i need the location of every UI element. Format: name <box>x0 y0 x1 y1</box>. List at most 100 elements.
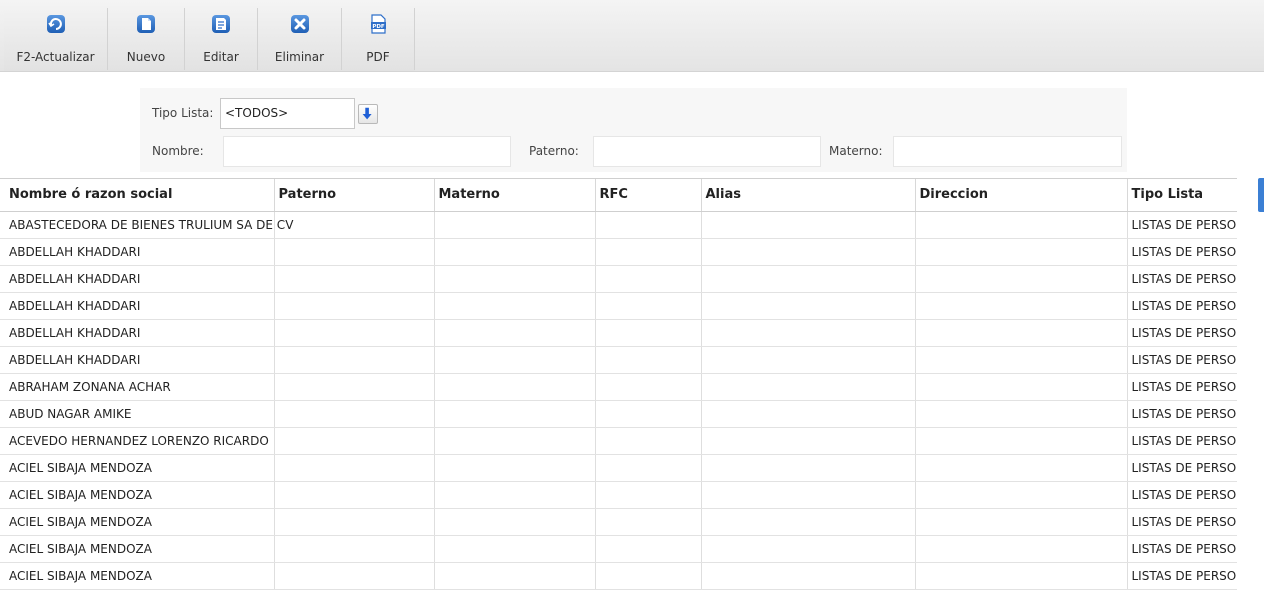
tipo-lista-dropdown-button[interactable] <box>358 104 378 124</box>
cell-rfc <box>595 508 702 536</box>
cell-alias <box>701 346 916 374</box>
cell-nombre: ABRAHAM ZONANA ACHAR <box>0 373 275 401</box>
table-row[interactable]: ACIEL SIBAJA MENDOZA LISTAS DE PERSONAS <box>0 508 1237 536</box>
cell-direccion <box>915 211 1128 239</box>
table-row[interactable]: ABUD NAGAR AMIKE LISTAS DE PERSONAS <box>0 400 1237 428</box>
cell-alias <box>701 508 916 536</box>
cell-nombre-text: ACIEL SIBAJA MENDOZA <box>9 568 152 583</box>
cell-rfc <box>595 292 702 320</box>
cell-tipo-lista: LISTAS DE PERSONAS <box>1127 265 1237 293</box>
edit-button[interactable]: Editar <box>185 8 258 70</box>
paterno-input[interactable] <box>593 136 821 167</box>
table-header-row: Nombre ó razon social Paterno Materno RF… <box>0 179 1237 212</box>
cell-paterno <box>274 319 435 347</box>
cell-alias <box>701 535 916 563</box>
cell-rfc <box>595 265 702 293</box>
cell-materno <box>434 508 596 536</box>
cell-paterno <box>274 481 435 509</box>
cell-tipo-lista: LISTAS DE PERSONAS <box>1127 346 1237 374</box>
column-header-rfc[interactable]: RFC <box>595 179 702 212</box>
nombre-input[interactable] <box>223 136 511 167</box>
cell-nombre-text: ABUD NAGAR AMIKE <box>9 406 132 421</box>
table-row[interactable]: ABDELLAH KHADDARI LISTAS DE PERSONAS <box>0 319 1237 347</box>
table-row[interactable]: ABDELLAH KHADDARI LISTAS DE PERSONAS <box>0 346 1237 374</box>
cell-direccion <box>915 535 1128 563</box>
cell-nombre: ACIEL SIBAJA MENDOZA <box>0 562 275 590</box>
filter-panel: Tipo Lista: <TODOS> Nombre: Paterno: Mat… <box>140 88 1127 172</box>
delete-label: Eliminar <box>274 50 325 64</box>
nombre-label: Nombre: <box>152 144 204 158</box>
cell-direccion <box>915 427 1128 455</box>
edit-label: Editar <box>203 50 239 64</box>
cell-nombre: ACIEL SIBAJA MENDOZA <box>0 481 275 509</box>
pdf-button[interactable]: PDF PDF <box>342 8 415 70</box>
cell-paterno <box>274 238 435 266</box>
cell-tipo-lista: LISTAS DE PERSONAS <box>1127 211 1237 239</box>
cell-direccion <box>915 481 1128 509</box>
tipo-lista-field[interactable]: <TODOS> <box>220 98 355 129</box>
table-row[interactable]: ACIEL SIBAJA MENDOZA LISTAS DE PERSONAS <box>0 454 1237 482</box>
table-row[interactable]: ABASTECEDORA DE BIENES TRULIUM SA DE CV L… <box>0 211 1237 239</box>
cell-nombre-text: ACIEL SIBAJA MENDOZA <box>9 514 152 529</box>
cell-nombre: ABASTECEDORA DE BIENES TRULIUM SA DE CV <box>0 211 293 239</box>
cell-direccion <box>915 508 1128 536</box>
toolbar-buttons: F2-Actualizar Nuevo Editar Eliminar PDF … <box>4 8 415 71</box>
column-header-alias[interactable]: Alias <box>701 179 916 212</box>
cell-alias <box>701 427 916 455</box>
cell-materno <box>434 454 596 482</box>
cell-materno <box>434 265 596 293</box>
cell-paterno <box>274 292 435 320</box>
svg-text:PDF: PDF <box>372 24 385 30</box>
cell-rfc <box>595 535 702 563</box>
cell-alias <box>701 400 916 428</box>
cell-nombre-text: ABDELLAH KHADDARI <box>9 271 141 286</box>
cell-rfc <box>595 346 702 374</box>
app-window: F2-Actualizar Nuevo Editar Eliminar PDF … <box>0 0 1264 596</box>
cell-alias <box>701 319 916 347</box>
pdf-icon: PDF <box>371 14 386 34</box>
table-row[interactable]: ABDELLAH KHADDARI LISTAS DE PERSONAS <box>0 292 1237 320</box>
table-row[interactable]: ABRAHAM ZONANA ACHAR LISTAS DE PERSONAS <box>0 373 1237 401</box>
cell-materno <box>434 346 596 374</box>
cell-nombre: ACEVEDO HERNANDEZ LORENZO RICARDO <box>0 427 275 455</box>
scrollbar-thumb[interactable] <box>1258 178 1264 212</box>
cell-nombre-text: ACEVEDO HERNANDEZ LORENZO RICARDO <box>9 433 269 448</box>
cell-materno <box>434 319 596 347</box>
cell-direccion <box>915 346 1128 374</box>
cell-rfc <box>595 373 702 401</box>
cell-materno <box>434 211 596 239</box>
cell-alias <box>701 211 916 239</box>
new-document-icon <box>137 15 155 33</box>
cell-tipo-lista: LISTAS DE PERSONAS <box>1127 400 1237 428</box>
materno-label: Materno: <box>829 144 883 158</box>
cell-rfc <box>595 400 702 428</box>
column-header-materno[interactable]: Materno <box>434 179 596 212</box>
cell-nombre-text: ABDELLAH KHADDARI <box>9 244 141 259</box>
table-row[interactable]: ACIEL SIBAJA MENDOZA LISTAS DE PERSONAS <box>0 535 1237 563</box>
toolbar: F2-Actualizar Nuevo Editar Eliminar PDF … <box>0 0 1264 72</box>
table-row[interactable]: ABDELLAH KHADDARI LISTAS DE PERSONAS <box>0 238 1237 266</box>
cell-alias <box>701 562 916 590</box>
cell-direccion <box>915 454 1128 482</box>
table-row[interactable]: ABDELLAH KHADDARI LISTAS DE PERSONAS <box>0 265 1237 293</box>
table-body: ABASTECEDORA DE BIENES TRULIUM SA DE CV L… <box>0 211 1237 590</box>
cell-nombre: ACIEL SIBAJA MENDOZA <box>0 535 275 563</box>
cell-alias <box>701 481 916 509</box>
column-header-nombre[interactable]: Nombre ó razon social <box>0 179 275 212</box>
edit-document-icon <box>212 15 230 33</box>
column-header-paterno[interactable]: Paterno <box>274 179 435 212</box>
new-button[interactable]: Nuevo <box>108 8 185 70</box>
paterno-label: Paterno: <box>529 144 579 158</box>
table-row[interactable]: ACIEL SIBAJA MENDOZA LISTAS DE PERSONAS <box>0 481 1237 509</box>
cell-paterno <box>274 211 435 239</box>
cell-paterno <box>274 373 435 401</box>
table-row[interactable]: ACEVEDO HERNANDEZ LORENZO RICARDO LISTAS … <box>0 427 1237 455</box>
materno-input[interactable] <box>893 136 1122 167</box>
column-header-direccion[interactable]: Direccion <box>915 179 1128 212</box>
cell-nombre: ABDELLAH KHADDARI <box>0 319 275 347</box>
refresh-button[interactable]: F2-Actualizar <box>4 8 108 70</box>
table-row[interactable]: ACIEL SIBAJA MENDOZA LISTAS DE PERSONAS <box>0 562 1237 590</box>
column-header-tipo-lista[interactable]: Tipo Lista <box>1127 179 1237 212</box>
cell-tipo-lista: LISTAS DE PERSONAS <box>1127 238 1237 266</box>
delete-button[interactable]: Eliminar <box>258 8 342 70</box>
